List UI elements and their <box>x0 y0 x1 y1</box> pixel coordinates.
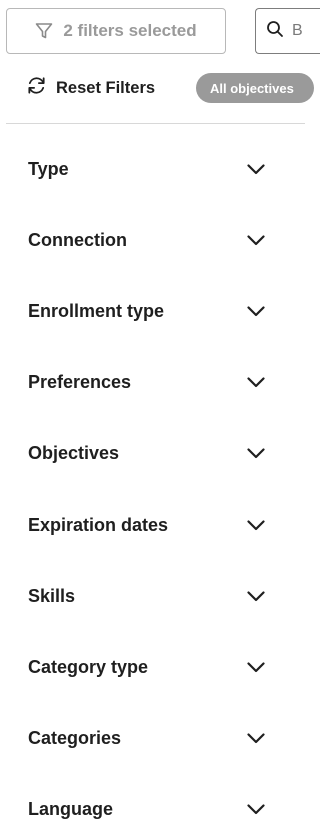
chevron-down-icon <box>247 235 265 246</box>
reset-filters-label: Reset Filters <box>56 78 156 97</box>
chevron-down-icon <box>247 164 265 175</box>
facet-connection[interactable]: Connection <box>0 205 305 276</box>
search-field[interactable] <box>255 8 320 54</box>
facet-label: Type <box>28 159 69 180</box>
chevron-down-icon <box>247 733 265 744</box>
facet-enrollment-type[interactable]: Enrollment type <box>0 276 305 347</box>
facet-type[interactable]: Type <box>0 134 305 205</box>
divider <box>6 123 305 124</box>
filters-selected-button[interactable]: 2 filters selected <box>6 8 226 54</box>
facet-label: Categories <box>28 727 122 748</box>
chevron-down-icon <box>247 804 265 815</box>
facet-label: Skills <box>28 585 76 606</box>
facet-label: Expiration dates <box>28 514 169 535</box>
facet-label: Objectives <box>28 443 120 464</box>
facet-skills[interactable]: Skills <box>0 561 305 632</box>
chevron-down-icon <box>247 448 265 459</box>
reset-filters-button[interactable]: Reset Filters <box>26 76 155 100</box>
facet-expiration-dates[interactable]: Expiration dates <box>0 489 305 560</box>
facet-label: Enrollment type <box>28 301 165 322</box>
chevron-down-icon <box>247 377 265 388</box>
search-input[interactable] <box>292 22 320 40</box>
facet-label: Preferences <box>28 372 132 393</box>
filter-funnel-icon <box>35 22 53 40</box>
chevron-down-icon <box>247 519 265 531</box>
facet-language[interactable]: Language <box>0 774 305 834</box>
facet-objectives[interactable]: Objectives <box>0 418 305 489</box>
filters-selected-label: 2 filters selected <box>63 21 197 40</box>
chevron-down-icon <box>247 662 265 673</box>
facet-categories[interactable]: Categories <box>0 703 305 774</box>
chevron-down-icon <box>247 591 265 602</box>
filter-facet-list: Type Connection Enrollment type Preferen… <box>0 134 305 834</box>
facet-preferences[interactable]: Preferences <box>0 347 305 418</box>
search-icon <box>266 20 284 43</box>
chevron-down-icon <box>247 306 265 317</box>
facet-label: Connection <box>28 230 127 251</box>
all-objectives-pill[interactable]: All objectives <box>196 73 314 103</box>
reset-icon <box>26 75 47 101</box>
facet-label: Category type <box>28 656 149 677</box>
facet-label: Language <box>28 798 114 819</box>
facet-category-type[interactable]: Category type <box>0 632 305 703</box>
